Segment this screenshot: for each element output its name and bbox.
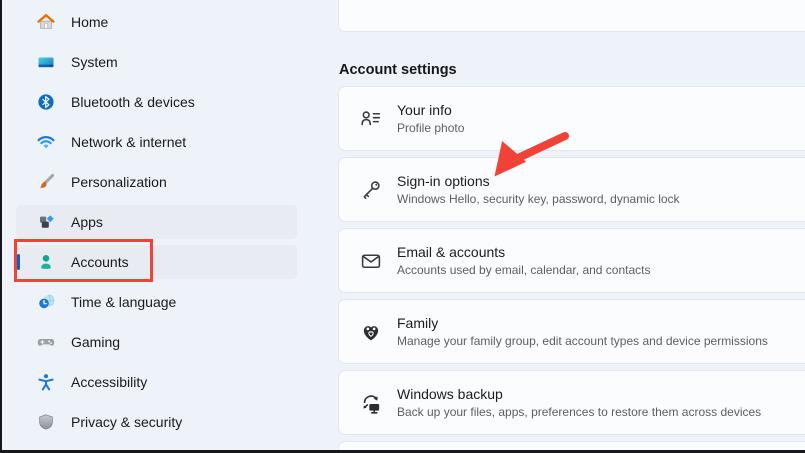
accessibility-icon [36,372,56,392]
family-icon [359,320,383,344]
system-icon [36,52,56,72]
sidebar-item-bluetooth[interactable]: Bluetooth & devices [16,85,297,119]
row-title: Sign-in options [397,173,490,189]
sign-in-options-icon [359,178,383,202]
row-windows-backup[interactable]: Windows backup Back up your files, apps,… [338,370,805,435]
partial-top-card [338,0,805,32]
row-subtitle: Manage your family group, edit account t… [397,334,768,348]
sidebar-item-gaming[interactable]: Gaming [16,325,297,359]
sidebar-item-label: Home [71,14,109,30]
bluetooth-icon [36,92,56,112]
row-title: Your info [397,102,452,118]
row-title: Family [397,315,439,331]
sidebar-item-time-language[interactable]: Time & language [16,285,297,319]
sidebar-item-label: Personalization [71,174,167,190]
sidebar-item-network[interactable]: Network & internet [16,125,297,159]
sidebar-item-label: Privacy & security [71,414,183,430]
home-icon [36,12,56,32]
apps-icon [36,212,56,232]
row-sign-in-options[interactable]: Sign-in options Windows Hello, security … [338,157,805,222]
sidebar-item-personalization[interactable]: Personalization [16,165,297,199]
row-subtitle: Profile photo [397,121,465,135]
row-email-accounts[interactable]: Email & accounts Accounts used by email,… [338,228,805,293]
row-your-info[interactable]: Your info Profile photo [338,86,805,151]
email-accounts-icon [359,249,383,273]
sidebar-item-label: Accounts [71,254,129,270]
row-family[interactable]: Family Manage your family group, edit ac… [338,299,805,364]
sidebar-item-privacy-security[interactable]: Privacy & security [16,405,297,439]
sidebar-item-label: Gaming [71,334,121,350]
row-subtitle: Accounts used by email, calendar, and co… [397,263,651,277]
your-info-icon [359,107,383,131]
selected-indicator [17,254,20,270]
sidebar-item-label: Network & internet [71,134,187,150]
main-panel: Account settings Your info Profile photo… [338,0,805,450]
settings-window: Home System Bluetooth & devices Network … [0,0,805,453]
sidebar-item-system[interactable]: System [16,45,297,79]
partial-bottom-card[interactable] [338,441,805,450]
sidebar-item-label: Accessibility [71,374,148,390]
sidebar-item-accessibility[interactable]: Accessibility [16,365,297,399]
sidebar: Home System Bluetooth & devices Network … [4,0,322,450]
row-subtitle: Windows Hello, security key, password, d… [397,192,680,206]
sidebar-item-label: Apps [71,214,103,230]
sidebar-item-apps[interactable]: Apps [16,205,297,239]
network-icon [36,132,56,152]
section-heading: Account settings [339,62,457,78]
gaming-icon [36,332,56,352]
sidebar-item-home[interactable]: Home [16,5,297,39]
sidebar-item-label: Time & language [71,294,177,310]
time-language-icon [36,292,56,312]
privacy-icon [36,412,56,432]
accounts-icon [36,252,56,272]
sidebar-item-label: System [71,54,118,70]
account-settings-list: Your info Profile photo Sign-in options … [338,86,805,450]
sidebar-item-accounts[interactable]: Accounts [16,245,297,279]
windows-backup-icon [359,391,383,415]
personalization-icon [36,172,56,192]
row-title: Email & accounts [397,244,506,260]
sidebar-item-label: Bluetooth & devices [71,94,195,110]
row-subtitle: Back up your files, apps, preferences to… [397,405,762,419]
row-title: Windows backup [397,386,503,402]
